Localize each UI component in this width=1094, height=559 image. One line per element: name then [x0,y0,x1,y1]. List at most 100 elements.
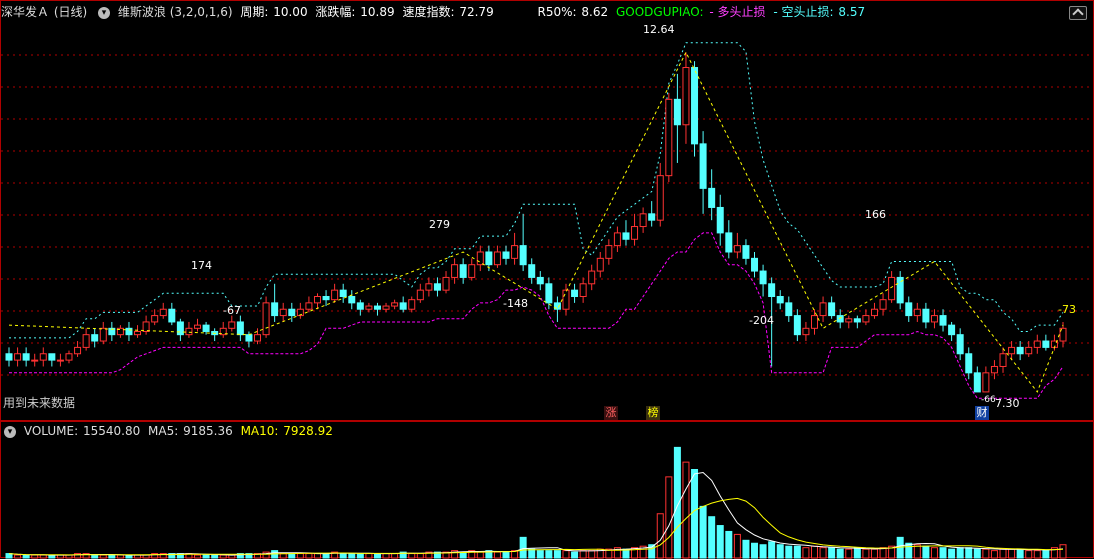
event-tag-limit-up[interactable]: 涨 [604,406,618,420]
volume-bar [742,539,750,559]
volume-bar [348,553,356,559]
volume-bar [870,548,878,559]
candle-body [776,296,784,304]
wave-label-166: 166 [865,208,886,221]
wave-label-neg204: -204 [749,314,774,327]
candle-body [673,98,681,126]
candle-body [751,257,759,272]
volume-bar [1008,548,1016,559]
candle-body [605,245,613,259]
volume-bar [819,547,827,559]
volume-bar [845,548,853,559]
collapse-panel-button[interactable] [1069,6,1087,20]
candle-body [536,276,544,285]
volume-bar [682,461,690,559]
candle-body [416,289,424,301]
candle-body [819,302,827,317]
candle-body [82,334,90,348]
volume-bar [1059,544,1067,559]
volume-panel: ▾ VOLUME: 15540.80 MA5: 9185.36 MA10: 79… [0,421,1094,559]
volume-bar [416,553,424,559]
candle-body [699,143,707,189]
price-chart-svg[interactable] [1,1,1094,422]
candle-body [74,346,82,355]
volume-bar [999,548,1007,559]
volume-bar [1033,550,1041,559]
candle-body [982,372,990,393]
candle-body [665,98,673,177]
candle-body [408,299,416,310]
volume-bar [536,550,544,559]
candle-body [913,308,921,317]
candle-body [939,315,947,326]
volume-menu-icon[interactable]: ▾ [4,425,16,438]
candle-body [271,302,279,317]
volume-bar [930,547,938,559]
candle-body [793,315,801,336]
candle-body [879,299,887,310]
volume-bar [322,553,330,559]
volume-bar [391,553,399,559]
indicator-name[interactable]: 维斯波浪 [118,5,166,19]
speed-label: 速度指数: [402,5,455,19]
volume-bar [965,547,973,559]
volume-bar [725,530,733,559]
volume-bar [853,547,861,559]
candle-body [562,289,570,310]
volume-bar [356,553,364,559]
volume-bar [1016,548,1024,559]
candle-body [802,327,810,336]
candle-body [1042,340,1050,348]
candle-body [588,270,596,285]
candle-body [1025,346,1033,355]
candle-body [322,296,330,301]
candle-body [134,330,142,336]
indicator-menu-icon[interactable]: ▾ [98,6,111,19]
volume-bar [716,525,724,559]
volume-chart-svg[interactable] [1,422,1094,559]
period-label[interactable]: (日线) [54,5,87,19]
candle-body [691,67,699,145]
volume-bar [751,542,759,559]
candle-body [5,353,13,361]
indicator-params: (3,2,0,1,6) [169,5,233,19]
candle-body [254,334,262,342]
ma5-label: MA5: [148,424,179,438]
candle-body [502,251,510,259]
volume-bar [288,553,296,559]
candle-body [39,353,47,361]
candle-body [613,232,621,247]
cycle-value: 10.00 [273,5,308,19]
candle-body [451,264,459,278]
volume-bar [948,548,956,559]
candle-body [973,372,981,393]
wave-label-peak-price: 12.64 [643,23,675,36]
volume-bar [365,553,373,559]
candle-body [493,251,501,266]
candle-body [768,283,776,298]
candle-body [348,296,356,304]
volume-bar [545,550,553,559]
event-tag-list[interactable]: 榜 [646,406,660,420]
cycle-label: 周期: [240,5,269,19]
stock-name[interactable]: 深华发Ａ [1,5,49,19]
candle-body [828,302,836,317]
candle-body [999,353,1007,367]
candle-body [339,289,347,298]
volume-label[interactable]: VOLUME: [24,424,78,438]
candle-body [511,245,519,259]
volume-bar [339,553,347,559]
candle-body [1016,346,1024,355]
candle-body [159,308,167,317]
candle-body [442,276,450,291]
volume-bar [502,551,510,559]
volume-header: ▾ VOLUME: 15540.80 MA5: 9185.36 MA10: 79… [1,423,337,439]
candle-body [262,302,270,336]
candle-body [862,315,870,323]
r50-label: R50%: [537,5,577,19]
candle-body [519,245,527,266]
candle-body [725,232,733,253]
event-tag-finance[interactable]: 财 [975,406,989,420]
candle-body [151,315,159,323]
candle-body [571,289,579,298]
